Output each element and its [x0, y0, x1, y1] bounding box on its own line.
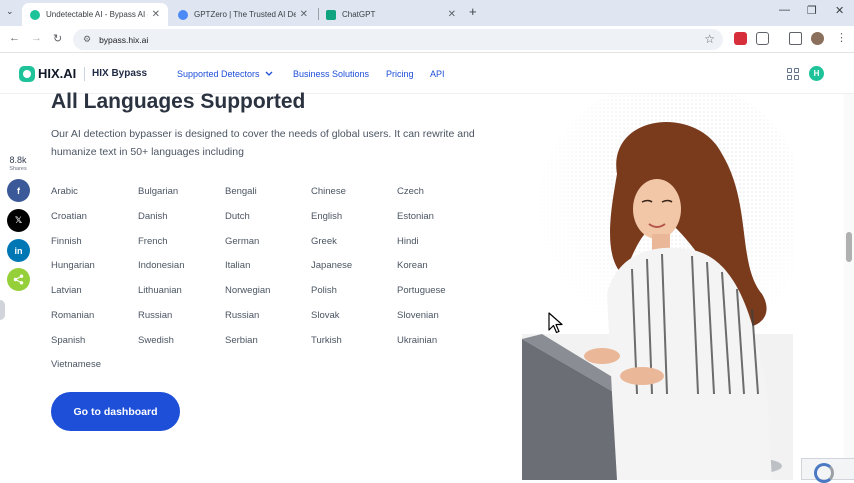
address-bar-url: bypass.hix.ai	[99, 34, 149, 45]
browser-menu-icon[interactable]: ⋮	[836, 31, 847, 44]
recaptcha-badge[interactable]	[801, 458, 854, 483]
language-item: Japanese	[311, 260, 353, 271]
side-panel-icon[interactable]	[789, 32, 802, 45]
restore-icon[interactable]: ❐	[807, 4, 817, 17]
language-item: Romanian	[51, 310, 95, 321]
browser-tab[interactable]: GPTZero | The Trusted AI Detec... ✕	[170, 3, 316, 26]
bookmark-star-icon[interactable]: ☆	[704, 32, 715, 46]
side-tab-handle[interactable]	[0, 300, 5, 320]
facebook-share-icon[interactable]: f	[7, 179, 30, 202]
language-item: Lithuanian	[138, 285, 182, 296]
tab-close-icon[interactable]: ✕	[300, 9, 308, 20]
nav-pricing[interactable]: Pricing	[386, 69, 414, 79]
tab-close-icon[interactable]: ✕	[152, 9, 160, 20]
language-item: Russian	[225, 310, 260, 321]
apps-grid-icon[interactable]	[787, 68, 799, 80]
nav-label: Supported Detectors	[177, 69, 260, 79]
language-item: Italian	[225, 260, 251, 271]
section-heading: All Languages Supported	[51, 90, 306, 113]
sharethis-icon[interactable]	[7, 268, 30, 291]
extensions-puzzle-icon[interactable]	[756, 32, 769, 45]
language-item: Russian	[138, 310, 173, 321]
chevron-down-icon	[265, 71, 273, 76]
language-item: German	[225, 236, 260, 247]
extension-shield-icon[interactable]	[734, 32, 747, 45]
language-item: Croatian	[51, 211, 87, 222]
user-avatar[interactable]: H	[809, 66, 824, 81]
tab-title: GPTZero | The Trusted AI Detec...	[194, 10, 296, 19]
language-item: Swedish	[138, 335, 174, 346]
language-item: Polish	[311, 285, 337, 296]
tab-favicon-icon	[30, 9, 40, 20]
language-item: French	[138, 236, 168, 247]
language-item: Danish	[138, 211, 168, 222]
linkedin-share-icon[interactable]: in	[7, 239, 30, 262]
x-share-icon[interactable]: 𝕏	[7, 209, 30, 232]
language-item: Czech	[397, 186, 424, 197]
reload-icon[interactable]: ↻	[53, 32, 62, 45]
language-item: Korean	[397, 260, 428, 271]
hix-logo-icon[interactable]	[19, 66, 35, 82]
browser-toolbar: ← → ↻ ⚙ bypass.hix.ai ☆ ⋮	[0, 26, 854, 53]
language-item: Bulgarian	[138, 186, 179, 197]
section-intro: Our AI detection bypasser is designed to…	[51, 128, 475, 158]
language-item: Serbian	[225, 335, 258, 346]
page-scrollbar[interactable]	[844, 94, 854, 480]
language-item: Finnish	[51, 236, 82, 247]
share-label: Shares	[9, 166, 27, 172]
language-item: Chinese	[311, 186, 346, 197]
language-item: Estonian	[397, 211, 434, 222]
language-item: Arabic	[51, 186, 78, 197]
logo-divider	[84, 67, 85, 81]
hero-woman-laptop-image	[522, 94, 793, 480]
profile-avatar[interactable]	[811, 32, 824, 45]
share-nodes-icon	[13, 274, 24, 285]
nav-business-solutions[interactable]: Business Solutions	[293, 69, 369, 79]
minimize-icon[interactable]: —	[779, 4, 790, 16]
site-header: HIX.AI HIX Bypass Supported Detectors Bu…	[0, 54, 854, 94]
scrollbar-thumb[interactable]	[846, 232, 852, 262]
browser-tab-active[interactable]: Undetectable AI - Bypass AI (10... ✕	[22, 3, 168, 26]
address-bar[interactable]: ⚙ bypass.hix.ai ☆	[73, 29, 723, 50]
language-item: Hungarian	[51, 260, 95, 271]
language-item: Ukrainian	[397, 335, 438, 346]
forward-icon[interactable]: →	[31, 32, 42, 44]
language-item: Slovenian	[397, 310, 439, 321]
nav-api[interactable]: API	[430, 69, 445, 79]
language-item: Hindi	[397, 236, 419, 247]
tab-close-icon[interactable]: ✕	[448, 9, 456, 20]
language-item: Norwegian	[225, 285, 271, 296]
tab-search-icon[interactable]: ⌄	[6, 6, 14, 17]
back-icon[interactable]: ←	[9, 32, 20, 44]
browser-tab[interactable]: ChatGPT ✕	[318, 3, 464, 26]
language-item: Turkish	[311, 335, 342, 346]
mouse-cursor-icon	[548, 312, 563, 334]
language-item: Portuguese	[397, 285, 446, 296]
site-info-icon[interactable]: ⚙	[83, 34, 91, 45]
language-item: Spanish	[51, 335, 86, 346]
language-item: Indonesian	[138, 260, 185, 271]
nav-supported-detectors[interactable]: Supported Detectors	[177, 69, 273, 79]
product-name[interactable]: HIX Bypass	[92, 68, 147, 79]
go-to-dashboard-button[interactable]: Go to dashboard	[51, 392, 180, 431]
window-close-icon[interactable]: ✕	[835, 4, 844, 17]
browser-tab-strip: ⌄ Undetectable AI - Bypass AI (10... ✕ G…	[0, 0, 854, 26]
language-item: Vietnamese	[51, 359, 101, 370]
share-count: 8.8k	[9, 155, 27, 165]
tab-favicon-icon	[178, 9, 188, 20]
logo-text[interactable]: HIX.AI	[38, 66, 76, 81]
language-item: Dutch	[225, 211, 250, 222]
tab-title: ChatGPT	[342, 10, 376, 19]
language-item: English	[311, 211, 343, 222]
language-item: Latvian	[51, 285, 82, 296]
new-tab-icon[interactable]: +	[469, 4, 477, 19]
language-item: Bengali	[225, 186, 257, 197]
tab-title: Undetectable AI - Bypass AI (10...	[46, 10, 148, 19]
language-item: Slovak	[311, 310, 340, 321]
language-item: Greek	[311, 236, 337, 247]
tab-favicon-icon	[326, 9, 336, 20]
